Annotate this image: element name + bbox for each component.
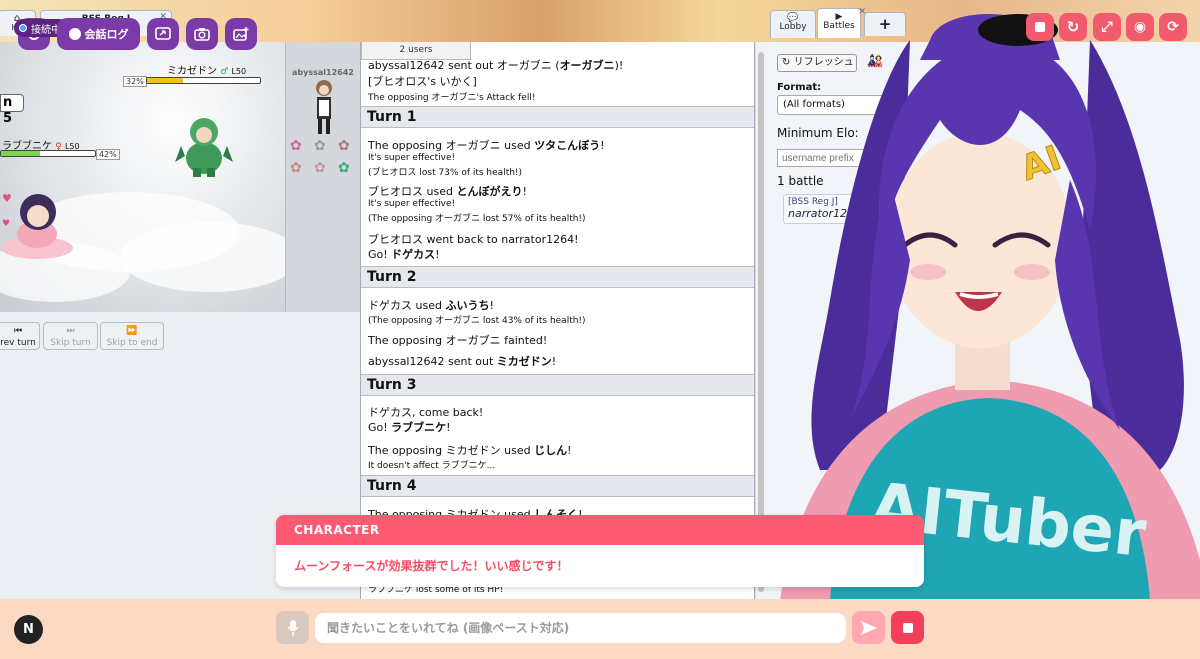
opponent-trainer-panel: abyssal12642 ✿ ✿ ✿ ✿ ✿ ✿: [285, 42, 360, 312]
app-logo[interactable]: N: [14, 615, 43, 644]
trainer-sprite: [316, 80, 332, 134]
stop-icon: [1035, 22, 1045, 32]
party-pokemon-icon: ✿: [290, 138, 302, 154]
log-line: (The opposing オーガブニ lost 57% of its heal…: [368, 214, 586, 224]
image-upload-button[interactable]: [225, 18, 257, 50]
chat-input-bar: N: [0, 599, 1200, 659]
users-count-tab[interactable]: 2 users: [361, 42, 471, 60]
ally-hp-percent: 42%: [96, 149, 120, 160]
male-icon: ♂: [220, 67, 229, 77]
turn-header: Turn 4: [361, 475, 754, 497]
fullscreen-button[interactable]: ⤢: [1093, 13, 1121, 41]
character-message: ムーンフォースが効果抜群でした！いい感じです！: [294, 559, 569, 573]
character-message-card: CHARACTER ムーンフォースが効果抜群でした！いい感じです！: [276, 515, 924, 587]
log-line: The opposing ミカゼドン used じしん!: [368, 444, 572, 457]
log-line: [ブヒオロス's いかく]: [368, 75, 477, 88]
share-screen-button[interactable]: [147, 18, 179, 50]
send-icon: [860, 620, 877, 635]
ally-hp-fill: [1, 151, 41, 156]
hide-button[interactable]: ◉: [1126, 13, 1154, 41]
party-pokemon-icon: ✿: [338, 160, 350, 176]
prev-turn-button[interactable]: ⏮ rev turn: [0, 322, 40, 350]
log-line: The opposing オーガブニ's Attack fell!: [368, 93, 536, 103]
rotate-icon: ⟳: [1167, 19, 1179, 35]
party-pokemon-icon: ✿: [314, 138, 326, 154]
rewind-icon: ⏮: [13, 326, 23, 336]
log-line: Go! ラブブニケ!: [368, 421, 451, 434]
image-plus-icon: [233, 27, 249, 41]
status-dot-icon: [19, 24, 27, 32]
party-pokemon-icon: ✿: [290, 160, 302, 176]
foe-hp-bar: [146, 77, 261, 84]
log-line: The opposing オーガブニ fainted!: [368, 334, 548, 347]
fast-forward-icon: ⏩: [126, 326, 138, 336]
screen-share-icon: [155, 27, 171, 40]
svg-text:♥: ♥: [2, 219, 10, 229]
turn-header: Turn 1: [361, 106, 754, 128]
stop-icon: [902, 622, 913, 633]
screen: ⌂ Ho BSS Reg J ✕ 💬 Lobby ▶ Battles ✕ + n…: [0, 0, 1200, 659]
chat-log-button[interactable]: 会話ログ: [57, 18, 140, 50]
svg-text:♥: ♥: [2, 192, 12, 205]
log-line: The opposing オーガブニ used ツタこんぼう!: [368, 139, 605, 152]
expand-icon: ⤢: [1101, 19, 1113, 35]
foe-name-label: ミカゼドン ♂ L50: [167, 62, 246, 77]
ally-hp-bar: [0, 150, 96, 157]
vtuber-avatar: AITuber AI: [780, 13, 1200, 600]
prev-turn-label: rev turn: [0, 338, 36, 348]
log-line: abyssal12642 sent out ミカゼドン!: [368, 355, 557, 368]
log-line: (ブヒオロス lost 73% of its health!): [368, 168, 523, 178]
battle-field: n 5 ミカゼドン ♂ L50 32% ラブブニケ ♀ L50 42% ♥ ♥: [0, 42, 300, 312]
skip-icon: ⏭: [66, 326, 75, 336]
chat-log-label: 会話ログ: [84, 28, 129, 41]
foe-name: ミカゼドン: [167, 66, 217, 77]
skip-to-end-button[interactable]: ⏩ Skip to end: [100, 322, 164, 350]
log-line: (The opposing オーガブニ lost 43% of its heal…: [368, 316, 586, 326]
turn-header: Turn 2: [361, 266, 754, 288]
log-line: ブヒオロス went back to narrator1264!: [368, 233, 579, 246]
log-line: It's super effective!: [368, 199, 456, 209]
log-line: ドゲカス, come back!: [368, 406, 484, 419]
chat-input[interactable]: [315, 613, 846, 643]
eye-off-icon: ◉: [1133, 19, 1147, 35]
skip-to-end-label: Skip to end: [106, 338, 158, 348]
turn-counter: n 5: [0, 94, 24, 126]
ally-sprite: ♥ ♥: [1, 192, 73, 259]
foe-hp-percent: 32%: [123, 76, 147, 87]
log-line: Go! ドゲカス!: [368, 248, 440, 261]
chat-bubble-icon: [68, 28, 81, 40]
log-line: It's super effective!: [368, 153, 456, 163]
mic-button[interactable]: [276, 611, 309, 644]
skip-turn-label: Skip turn: [50, 338, 91, 348]
log-line: It doesn't affect ラブブニケ...: [368, 461, 496, 471]
send-button[interactable]: [852, 611, 885, 644]
microphone-icon: [286, 619, 299, 636]
swap-button[interactable]: ⟳: [1159, 13, 1187, 41]
camera-button[interactable]: [186, 18, 218, 50]
skip-turn-button[interactable]: ⏭ Skip turn: [43, 322, 98, 350]
party-icons: ✿ ✿ ✿ ✿ ✿ ✿: [290, 138, 358, 182]
trainer-name: abyssal12642: [292, 68, 354, 77]
stop-button[interactable]: [891, 611, 924, 644]
reload-button[interactable]: ↻: [1059, 13, 1087, 41]
refresh-icon: ↻: [1066, 18, 1080, 36]
turn-header: Turn 3: [361, 374, 754, 396]
party-pokemon-icon: ✿: [338, 138, 350, 154]
camera-icon: [194, 28, 210, 41]
foe-level: L50: [231, 67, 247, 76]
foe-hp-fill: [147, 78, 184, 83]
character-card-header: CHARACTER: [276, 515, 924, 545]
party-pokemon-icon: ✿: [314, 160, 326, 176]
log-line: ドゲカス used ふいうち!: [368, 299, 494, 312]
stop-stream-button[interactable]: [1026, 13, 1054, 41]
foe-sprite: [175, 118, 233, 177]
log-line: ブヒオロス used とんぼがえり!: [368, 185, 527, 198]
